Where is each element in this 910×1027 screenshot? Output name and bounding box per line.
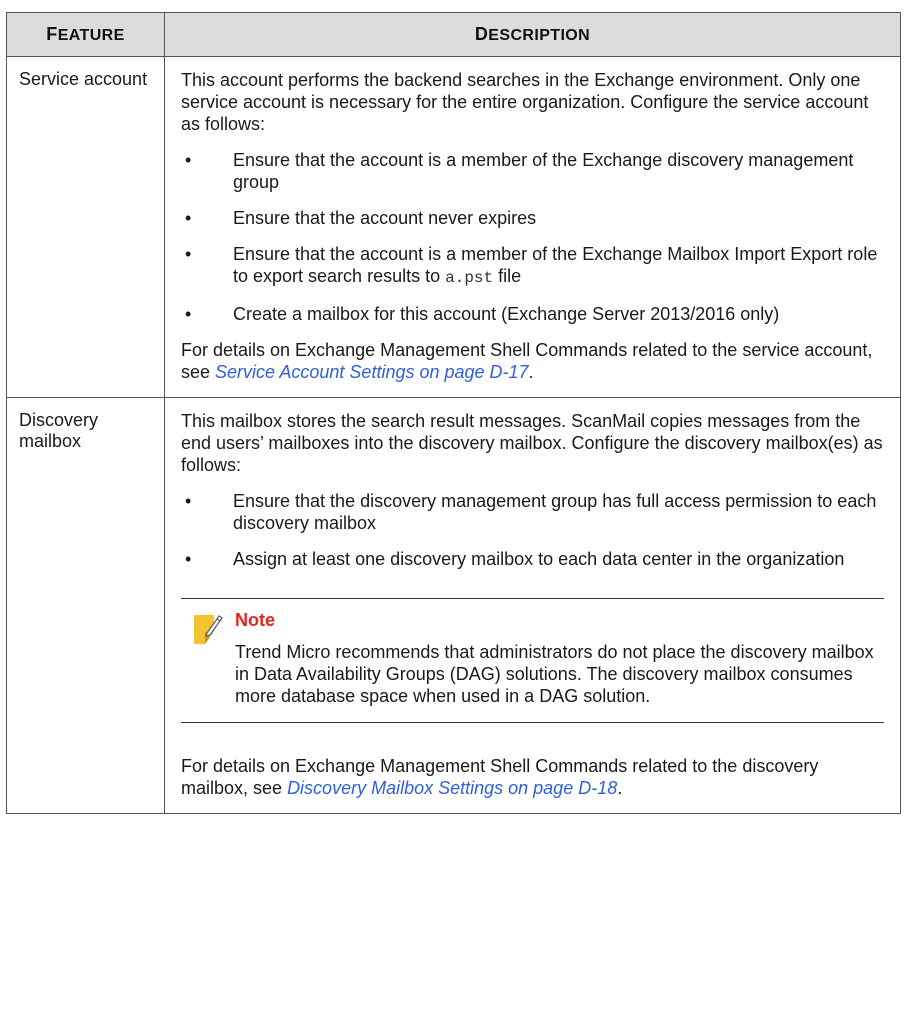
footer-text: For details on Exchange Management Shell… (181, 340, 873, 382)
discovery-mailbox-settings-link[interactable]: Discovery Mailbox Settings on page D-18 (287, 778, 617, 798)
header-description: DESCRIPTION (164, 12, 901, 57)
footer-text: For details on Exchange Management Shell… (181, 756, 819, 798)
list-item: • Create a mailbox for this account (Exch… (185, 304, 780, 324)
list-item: • Ensure that the discovery management gr… (185, 491, 877, 533)
service-account-settings-link[interactable]: Service Account Settings on page D-17 (215, 362, 529, 382)
note-pencil-icon (194, 615, 223, 644)
table-header-row: FEATURE DESCRIPTION (6, 12, 901, 57)
bullet-list: • Ensure that the discovery management gr… (181, 490, 884, 570)
list-item: • Assign at least one discovery mailbox t… (185, 549, 845, 569)
feature-description-table: FEATURE DESCRIPTION Service account This… (6, 12, 901, 814)
note-title: Note (235, 610, 275, 630)
list-item: • Ensure that the account is a member of … (185, 244, 878, 287)
list-item: • Ensure that the account is a member of … (185, 150, 854, 192)
table-row: Discovery mailbox This mailbox stores th… (6, 397, 901, 814)
header-feature: FEATURE (6, 12, 165, 57)
table-row: Service account This account performs th… (6, 56, 901, 398)
intro-text: This account performs the backend search… (181, 70, 869, 134)
description-cell: This mailbox stores the search result me… (164, 397, 901, 814)
bullet-list: • Ensure that the account is a member of … (181, 149, 884, 325)
note-box: Note Trend Micro recommends that adminis… (181, 598, 884, 723)
intro-text: This mailbox stores the search result me… (181, 411, 883, 475)
note-body: Trend Micro recommends that administrato… (235, 642, 874, 706)
description-cell: This account performs the backend search… (164, 56, 901, 398)
pst-filename: a.pst (445, 269, 494, 287)
list-item: • Ensure that the account never expires (185, 208, 537, 228)
feature-cell: Service account (6, 56, 165, 398)
feature-cell: Discovery mailbox (6, 397, 165, 814)
